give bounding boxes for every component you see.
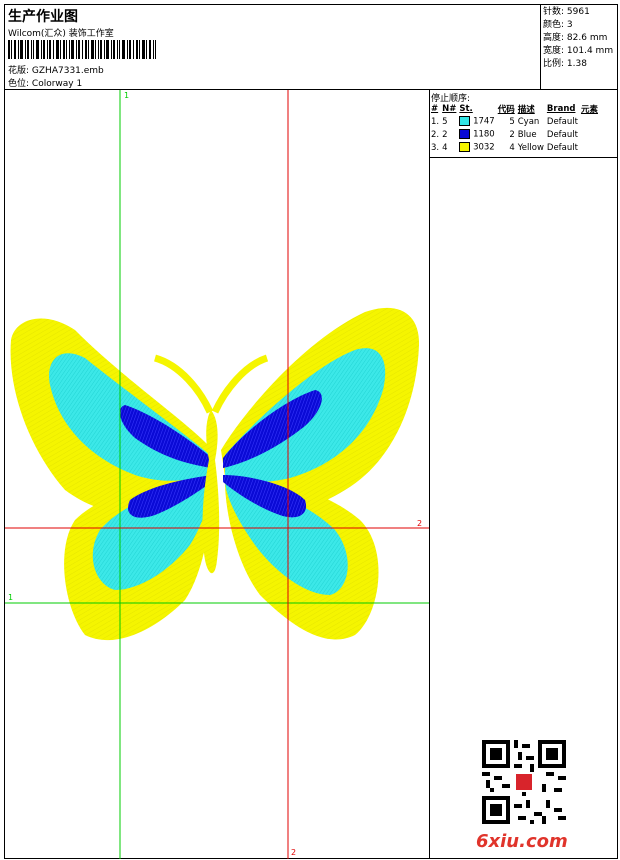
col-brand: Brand	[546, 103, 576, 114]
stat-scale: 比例: 1.38	[543, 58, 617, 71]
production-sheet: 生产作业图 Wilcom(汇众) 装饰工作室 花版: GZHA7331.emb …	[4, 4, 618, 859]
stats-panel: 针数: 5961 颜色: 3 高度: 82.6 mm 宽度: 101.4 mm …	[540, 5, 617, 89]
row-brand: Default	[546, 142, 578, 153]
row-needle: 5	[442, 116, 448, 127]
butterfly-embroidery	[5, 90, 429, 859]
stat-label: 宽度:	[543, 46, 565, 56]
row-needle: 4	[442, 142, 448, 153]
row-code: 5	[509, 116, 515, 127]
stop-sequence: 停止顺序: # N# St. 代码 描述 Brand 元素 1. 5 1747 …	[430, 90, 617, 158]
left-antenna	[153, 354, 214, 414]
col-needle: N#	[442, 103, 457, 114]
stat-value: 101.4 mm	[566, 46, 614, 56]
watermark-logo: 6xiu.com	[476, 831, 568, 852]
col-code: 代码	[497, 104, 515, 115]
stop-sequence-table: # N# St. 代码 描述 Brand 元素 1. 5 1747 5 Cyan…	[431, 102, 601, 154]
stitch-count: 1180	[473, 129, 495, 140]
company-name: Wilcom(汇众) 装饰工作室	[8, 29, 114, 39]
row-brand: Default	[546, 129, 578, 140]
design-file: 花版: GZHA7331.emb	[8, 63, 104, 76]
design-preview: 1 1 2 2	[5, 90, 430, 859]
col-stitches: St.	[459, 103, 473, 114]
stat-label: 颜色:	[543, 20, 565, 30]
stitch-count: 3032	[473, 142, 495, 153]
guide-red-v-label: 2	[291, 848, 297, 857]
page-title: 生产作业图	[8, 9, 78, 25]
row-stitches: 1747	[459, 115, 497, 128]
row-index: 2.	[431, 129, 440, 140]
table-row: 1. 5 1747 5 Cyan Default	[431, 115, 601, 128]
row-description: Blue	[517, 129, 537, 140]
guide-red-h-label: 2	[417, 519, 423, 528]
stat-width: 宽度: 101.4 mm	[543, 45, 617, 58]
color-swatch	[459, 129, 471, 140]
color-swatch	[459, 116, 471, 127]
stat-label: 比例:	[543, 59, 565, 69]
colorway-value: Colorway 1	[31, 79, 83, 89]
stat-label: 针数:	[543, 7, 565, 17]
stat-stitches: 针数: 5961	[543, 6, 617, 19]
table-header-row: # N# St. 代码 描述 Brand 元素	[431, 102, 601, 115]
colorway-label: 色位:	[8, 79, 30, 89]
header: 生产作业图 Wilcom(汇众) 装饰工作室 花版: GZHA7331.emb …	[5, 5, 617, 90]
row-index: 3.	[431, 142, 440, 153]
row-description: Yellow	[517, 142, 544, 153]
stat-colors: 颜色: 3	[543, 19, 617, 32]
butterfly-body	[202, 410, 220, 574]
design-file-value: GZHA7331.emb	[31, 66, 104, 76]
design-file-label: 花版:	[8, 66, 30, 76]
row-description: Cyan	[517, 116, 540, 127]
color-swatch	[459, 142, 471, 153]
seal-icon	[516, 774, 532, 790]
guide-green-h-label: 1	[8, 593, 14, 602]
row-element	[581, 128, 601, 141]
col-index: #	[431, 103, 439, 114]
row-code: 2	[509, 129, 515, 140]
stitch-count: 1747	[473, 116, 495, 127]
row-element	[581, 141, 601, 154]
row-brand: Default	[546, 116, 578, 127]
row-stitches: 1180	[459, 128, 497, 141]
row-element	[581, 115, 601, 128]
table-row: 3. 4 3032 4 Yellow Default	[431, 141, 601, 154]
table-row: 2. 2 1180 2 Blue Default	[431, 128, 601, 141]
stat-value: 1.38	[566, 59, 587, 69]
stat-value: 3	[566, 20, 573, 30]
colorway: 色位: Colorway 1	[8, 76, 82, 89]
row-stitches: 3032	[459, 141, 497, 154]
row-needle: 2	[442, 129, 448, 140]
row-index: 1.	[431, 116, 440, 127]
col-element: 元素	[580, 104, 598, 115]
qr-code	[482, 740, 566, 824]
stat-height: 高度: 82.6 mm	[543, 32, 617, 45]
stat-label: 高度:	[543, 33, 565, 43]
barcode	[8, 40, 156, 59]
stat-value: 82.6 mm	[566, 33, 608, 43]
row-code: 4	[509, 142, 515, 153]
side-panel: 停止顺序: # N# St. 代码 描述 Brand 元素 1. 5 1747 …	[430, 90, 617, 859]
guide-green-v-label: 1	[124, 91, 130, 100]
stat-value: 5961	[566, 7, 590, 17]
col-description: 描述	[517, 104, 535, 115]
